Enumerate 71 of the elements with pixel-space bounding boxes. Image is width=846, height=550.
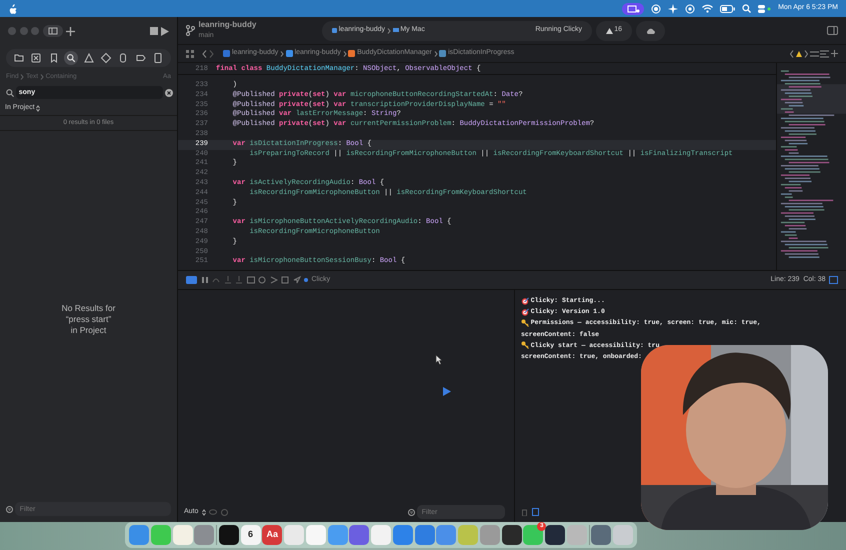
grid-icon[interactable] [186,50,194,58]
chevron-icon [40,74,44,80]
add-icon[interactable] [66,26,75,36]
swift-file-icon [348,50,356,57]
search-icon[interactable] [64,51,78,65]
console-split-icon[interactable] [532,508,538,516]
play-icon[interactable] [442,387,450,396]
cloud-icon [646,28,655,34]
key-icon [521,319,529,327]
filter-icon [6,506,13,512]
sparkle-icon[interactable] [668,4,678,14]
diamond-icon[interactable] [98,51,113,65]
pointer-cursor-icon [435,354,442,365]
pause-icon[interactable] [200,276,208,284]
location-arrow-icon[interactable] [292,276,300,284]
project-name[interactable]: leanring-buddy [198,19,318,32]
inspector-toggle-icon[interactable] [827,26,838,35]
related-items-icon[interactable] [810,50,818,58]
sidebar-toggle-icon[interactable] [42,25,62,37]
app-icon-label: 6 [248,528,253,542]
updown-icon[interactable] [36,105,40,112]
empty-message: in Project [70,324,106,336]
screen-share-icon[interactable] [622,2,644,14]
folder-icon [286,50,293,57]
run-icon[interactable] [161,26,169,36]
chevron-icon [20,74,24,80]
stop-icon[interactable] [150,27,158,35]
add-editor-icon[interactable] [831,50,838,57]
property-icon [439,50,446,57]
clear-icon[interactable] [165,88,173,96]
dart-icon [521,308,529,316]
step-out-icon[interactable] [235,276,243,284]
record-icon[interactable] [651,4,662,14]
chevron-icon [280,50,284,56]
wifi-icon[interactable] [702,4,714,13]
app-icon[interactable] [218,525,239,545]
warning-icon[interactable] [82,51,96,65]
chevron-icon [434,50,438,56]
app-icon [332,28,337,33]
app-icon-label: Aa [266,528,278,542]
app-icon[interactable] [502,525,522,545]
panel-toggle-icon[interactable] [829,276,838,284]
app-icon[interactable] [545,525,565,545]
target-icon[interactable] [685,4,696,14]
editor-options-icon[interactable] [820,50,830,58]
battery-icon[interactable] [720,4,736,12]
debug-area-toggle-icon[interactable] [186,276,197,284]
chevron-icon [342,50,347,56]
app-icon[interactable]: Aa [262,525,282,545]
dart-icon [521,296,529,305]
chevron-icon [386,28,391,34]
filter-icon [408,508,415,516]
key-icon [521,341,529,350]
search-icon[interactable] [742,4,752,13]
control-center-icon[interactable] [758,4,772,14]
project-icon [223,50,230,57]
app-icon[interactable]: 6 [240,525,260,545]
apple-icon[interactable] [8,4,17,14]
cloud-button[interactable] [636,20,665,40]
issue-navigation-icon[interactable] [790,50,808,58]
step-in-icon[interactable] [224,276,232,284]
warning-icon [606,28,612,34]
back-icon[interactable] [202,50,207,58]
forward-icon[interactable] [208,50,214,58]
empty-message: No Results for [62,302,116,314]
branch-icon [186,25,195,36]
process-dot-icon [304,278,308,282]
minimap-drawing[interactable] [776,63,846,270]
updown-icon[interactable] [202,508,206,516]
search-icon [6,88,14,96]
empty-message: “press start” [66,314,112,325]
